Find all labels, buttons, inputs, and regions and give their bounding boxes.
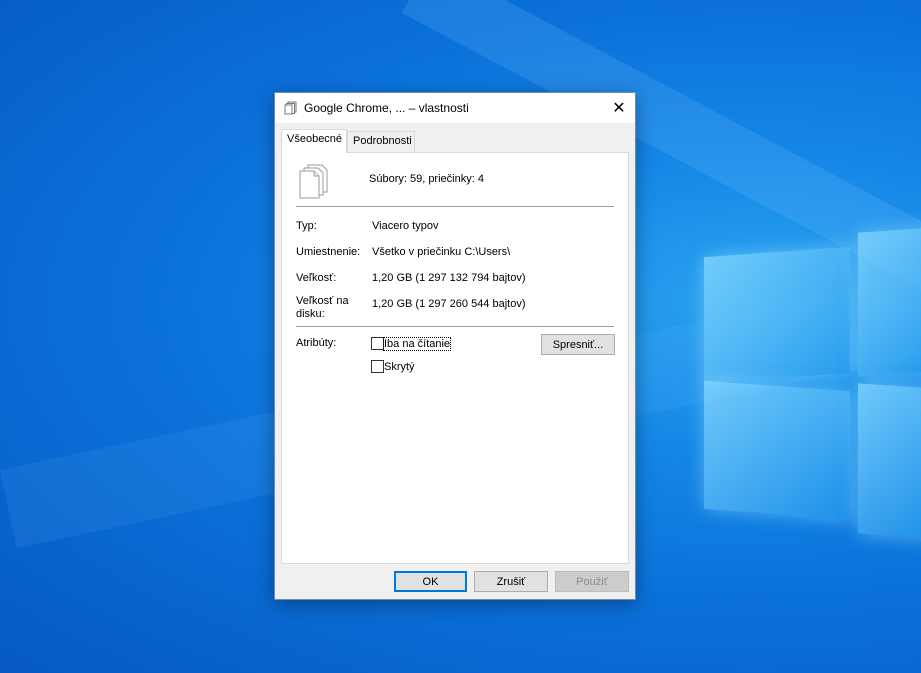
windows-logo: [700, 222, 921, 542]
tab-general-label: Všeobecné: [287, 133, 343, 145]
hidden-checkbox[interactable]: [371, 360, 384, 373]
tab-general[interactable]: Všeobecné: [281, 129, 347, 153]
cancel-button[interactable]: Zrušiť: [474, 571, 548, 592]
apply-button[interactable]: Použiť: [555, 571, 629, 592]
readonly-checkbox[interactable]: [371, 337, 384, 350]
general-tab-panel: Súbory: 59, priečinky: 4 Typ: Viacero ty…: [281, 152, 629, 564]
divider: [296, 326, 614, 327]
type-label: Typ:: [296, 220, 317, 232]
title-bar[interactable]: Google Chrome, ... – vlastnosti ✕: [275, 93, 635, 123]
size-label: Veľkosť:: [296, 272, 337, 284]
cancel-button-label: Zrušiť: [496, 575, 526, 588]
ok-button[interactable]: OK: [394, 571, 467, 592]
ok-button-label: OK: [422, 575, 439, 588]
type-value: Viacero typov: [372, 220, 439, 232]
close-icon: ✕: [612, 100, 626, 117]
multiple-files-icon: [299, 164, 328, 199]
file-count-summary: Súbory: 59, priečinky: 4: [369, 173, 484, 185]
disk-size-value: 1,20 GB (1 297 260 544 bajtov): [372, 298, 526, 310]
advanced-button[interactable]: Spresniť...: [541, 334, 615, 355]
properties-dialog: Google Chrome, ... – vlastnosti ✕ Všeobe…: [274, 92, 636, 600]
divider: [296, 206, 614, 207]
location-label: Umiestnenie:: [296, 246, 361, 258]
multiple-files-icon: [284, 101, 297, 115]
location-value: Všetko v priečinku C:\Users\: [372, 246, 511, 258]
size-value: 1,20 GB (1 297 132 794 bajtov): [372, 272, 526, 284]
apply-button-label: Použiť: [576, 575, 608, 588]
window-title: Google Chrome, ... – vlastnosti: [304, 101, 469, 115]
tab-details[interactable]: Podrobnosti: [347, 131, 415, 152]
disk-size-label-line1: Veľkosť na: [296, 295, 349, 307]
attributes-label: Atribúty:: [296, 337, 337, 349]
hidden-checkbox-label[interactable]: Skrytý: [384, 361, 415, 373]
disk-size-label-line2: disku:: [296, 308, 325, 320]
close-button[interactable]: ✕: [603, 93, 635, 123]
tab-details-label: Podrobnosti: [353, 135, 412, 147]
readonly-checkbox-label[interactable]: Iba na čítanie: [382, 337, 452, 351]
advanced-button-label: Spresniť...: [552, 338, 604, 351]
